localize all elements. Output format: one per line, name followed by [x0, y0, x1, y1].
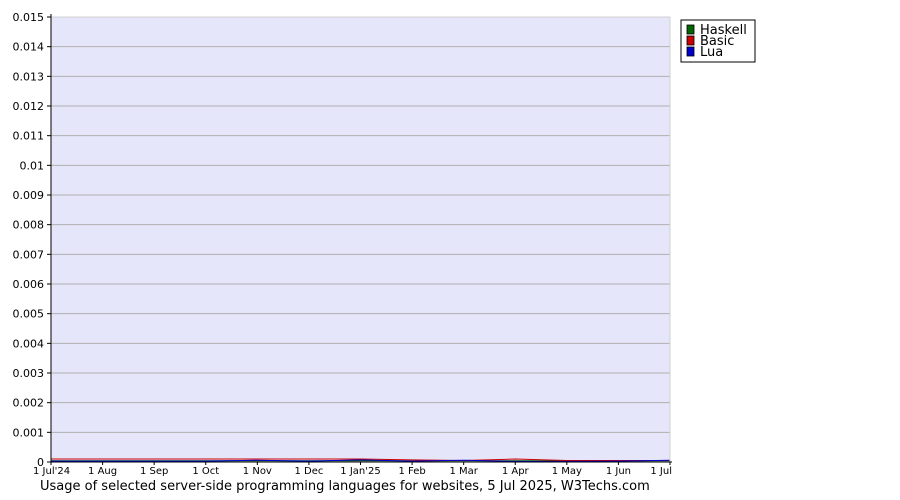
y-tick-label: 0.006	[13, 278, 45, 291]
legend-swatch-lua	[686, 46, 695, 57]
y-tick-label: 0.01	[20, 159, 45, 172]
y-tick-label: 0.008	[13, 219, 45, 232]
x-tick-label: 1 Jun	[606, 466, 631, 477]
x-tick-label: 1 May	[552, 466, 582, 477]
line-chart-svg: 00.0010.0020.0030.0040.0050.0060.0070.00…	[13, 11, 756, 477]
y-tick-label: 0.012	[13, 100, 45, 113]
legend-swatch-basic	[686, 35, 695, 46]
x-tick-label: 1 Oct	[192, 466, 219, 477]
x-tick-label: 1 Mar	[449, 466, 478, 477]
y-tick-label: 0.002	[13, 397, 45, 410]
y-tick-label: 0.001	[13, 426, 45, 439]
x-tick-label: 1 Jul	[650, 466, 672, 477]
x-tick-label: 1 Nov	[243, 466, 272, 477]
y-tick-label: 0.003	[13, 367, 45, 380]
y-tick-label: 0.007	[13, 248, 45, 261]
legend-swatch-haskell	[686, 24, 695, 35]
x-tick-label: 1 Jan'25	[340, 466, 380, 477]
x-tick-label: 1 Jul'24	[33, 466, 70, 477]
y-tick-label: 0.009	[13, 189, 45, 202]
chart: 0 0.001 0.002 0.003 0.004 0.005 0.006 0.007 0.00…	[0, 0, 900, 500]
legend-label-lua: Lua	[700, 45, 723, 60]
y-tick-label: 0.004	[13, 337, 45, 350]
x-tick-label: 1 Sep	[140, 466, 168, 477]
x-tick-label: 1 Dec	[294, 466, 323, 477]
y-axis-ticks: 00.0010.0020.0030.0040.0050.0060.0070.00…	[13, 11, 51, 469]
plot-background	[51, 17, 670, 462]
x-tick-label: 1 Aug	[88, 466, 117, 477]
x-tick-label: 1 Apr	[502, 466, 530, 477]
y-tick-label: 0.005	[13, 308, 45, 321]
x-tick-label: 1 Feb	[398, 466, 425, 477]
x-axis-ticks: 1 Jul'24 1 Aug 1 Sep 1 Oct 1 Nov 1 Dec 1 Jan'2…	[33, 462, 672, 477]
y-tick-label: 0.014	[13, 41, 45, 54]
chart-caption: Usage of selected server-side programmin…	[40, 479, 650, 494]
legend: HaskellBasicLua	[680, 19, 756, 63]
y-tick-label: 0.013	[13, 70, 45, 83]
y-tick-label: 0.015	[13, 11, 45, 24]
y-tick-label: 0.011	[13, 130, 45, 143]
